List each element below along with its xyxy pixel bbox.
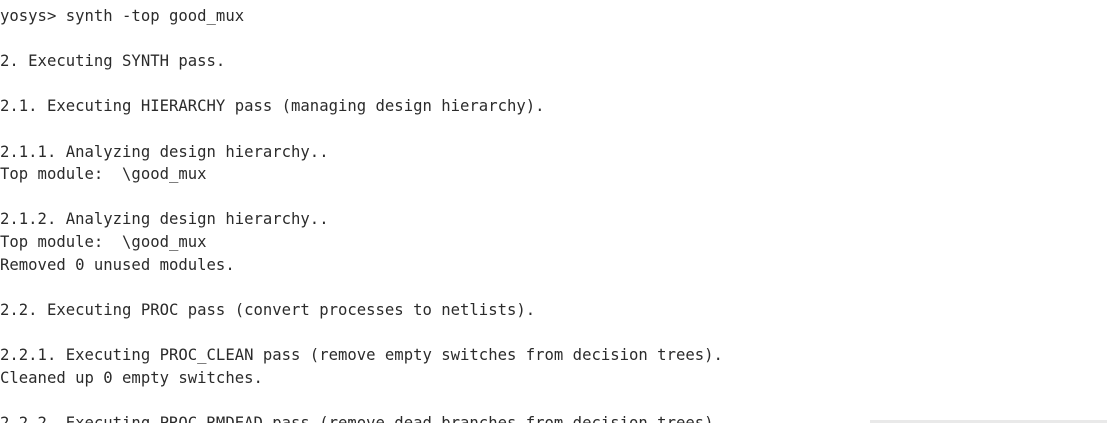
terminal-line: Removed 0 unused modules. — [0, 255, 235, 274]
terminal-line: Top module: \good_mux — [0, 165, 207, 184]
terminal-line: Cleaned up 0 empty switches. — [0, 368, 263, 387]
terminal-line: Top module: \good_mux — [0, 232, 207, 251]
terminal-line: 2.2. Executing PROC pass (convert proces… — [0, 300, 536, 319]
terminal-line: 2.1. Executing HIERARCHY pass (managing … — [0, 97, 545, 116]
terminal-line: 2. Executing SYNTH pass. — [0, 52, 226, 71]
terminal-output[interactable]: yosys> synth -top good_mux 2. Executing … — [0, 0, 1107, 423]
terminal-line: yosys> synth -top good_mux — [0, 7, 245, 25]
terminal-line: 2.1.1. Analyzing design hierarchy.. — [0, 142, 329, 161]
terminal-line: 2.2.1. Executing PROC_CLEAN pass (remove… — [0, 345, 723, 364]
terminal-line: 2.1.2. Analyzing design hierarchy.. — [0, 210, 329, 229]
